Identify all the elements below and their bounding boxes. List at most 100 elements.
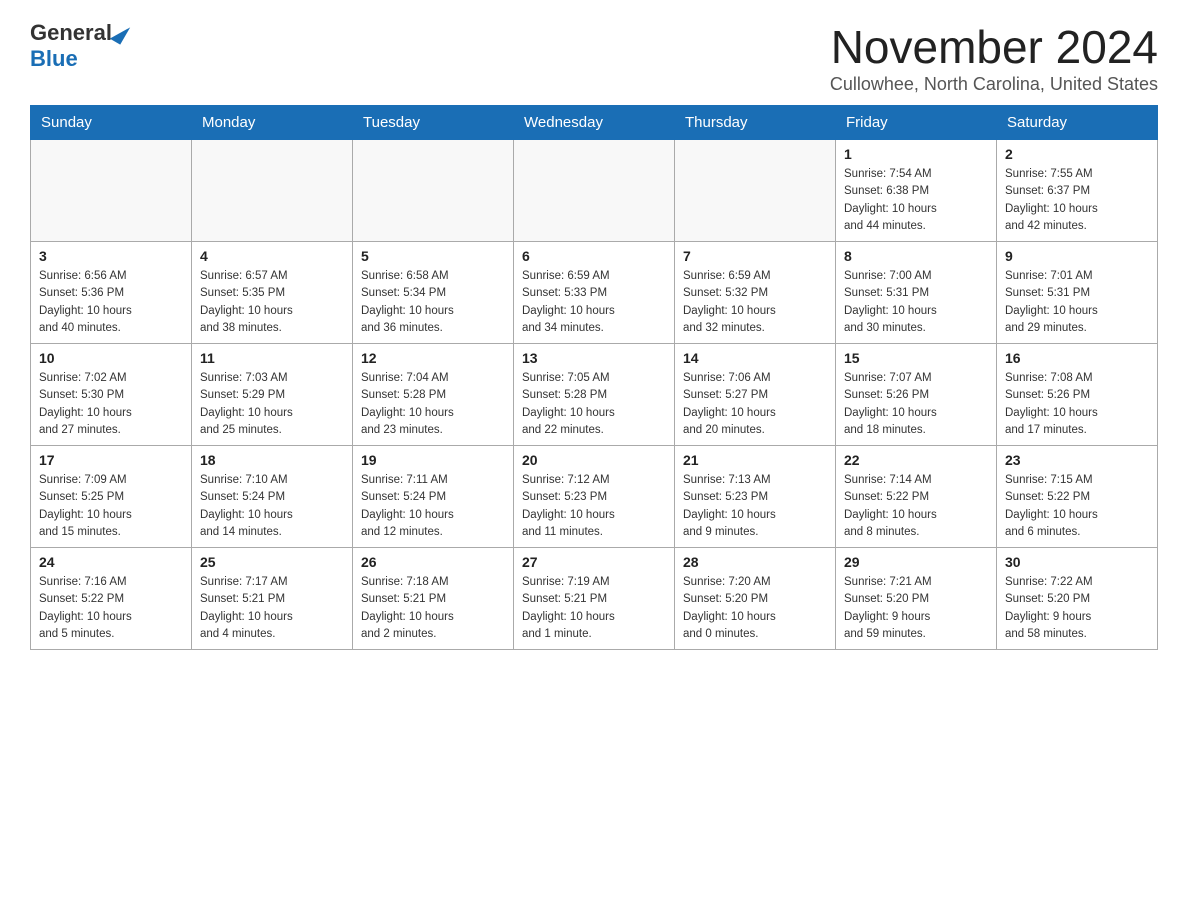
header-day-monday: Monday <box>192 106 353 140</box>
day-info: Sunrise: 7:14 AM Sunset: 5:22 PM Dayligh… <box>844 472 988 541</box>
logo-blue-text: Blue <box>30 46 78 72</box>
day-info: Sunrise: 7:01 AM Sunset: 5:31 PM Dayligh… <box>1005 268 1149 337</box>
calendar-cell <box>514 140 675 242</box>
day-info: Sunrise: 7:05 AM Sunset: 5:28 PM Dayligh… <box>522 370 666 439</box>
calendar-table: SundayMondayTuesdayWednesdayThursdayFrid… <box>30 105 1158 650</box>
day-number: 24 <box>39 554 183 570</box>
day-number: 29 <box>844 554 988 570</box>
day-number: 8 <box>844 248 988 264</box>
calendar-cell: 12Sunrise: 7:04 AM Sunset: 5:28 PM Dayli… <box>353 344 514 446</box>
day-number: 21 <box>683 452 827 468</box>
calendar-cell: 20 Sunrise: 7:12 AM Sunset: 5:23 PM Dayli… <box>514 446 675 548</box>
day-info: Sunrise: 6:59 AM Sunset: 5:32 PM Dayligh… <box>683 268 827 337</box>
page-subtitle: Cullowhee, North Carolina, United States <box>830 74 1158 95</box>
calendar-cell: 9 Sunrise: 7:01 AM Sunset: 5:31 PM Daylig… <box>997 242 1158 344</box>
calendar-cell: 2Sunrise: 7:55 AM Sunset: 6:37 PM Daylig… <box>997 140 1158 242</box>
day-number: 2 <box>1005 146 1149 162</box>
calendar-cell: 8 Sunrise: 7:00 AM Sunset: 5:31 PM Daylig… <box>836 242 997 344</box>
calendar-week-4: 17 Sunrise: 7:09 AM Sunset: 5:25 PM Dayli… <box>31 446 1158 548</box>
calendar-cell: 6Sunrise: 6:59 AM Sunset: 5:33 PM Daylig… <box>514 242 675 344</box>
day-number: 30 <box>1005 554 1149 570</box>
calendar-cell: 26Sunrise: 7:18 AM Sunset: 5:21 PM Dayli… <box>353 548 514 650</box>
calendar-cell: 24 Sunrise: 7:16 AM Sunset: 5:22 PM Dayli… <box>31 548 192 650</box>
calendar-cell: 27Sunrise: 7:19 AM Sunset: 5:21 PM Dayli… <box>514 548 675 650</box>
calendar-cell: 16Sunrise: 7:08 AM Sunset: 5:26 PM Dayli… <box>997 344 1158 446</box>
calendar-cell: 28 Sunrise: 7:20 AM Sunset: 5:20 PM Dayli… <box>675 548 836 650</box>
day-number: 14 <box>683 350 827 366</box>
calendar-cell: 13 Sunrise: 7:05 AM Sunset: 5:28 PM Dayli… <box>514 344 675 446</box>
calendar-week-2: 3Sunrise: 6:56 AM Sunset: 5:36 PM Daylig… <box>31 242 1158 344</box>
calendar-cell: 14 Sunrise: 7:06 AM Sunset: 5:27 PM Dayli… <box>675 344 836 446</box>
header-day-thursday: Thursday <box>675 106 836 140</box>
day-number: 25 <box>200 554 344 570</box>
day-number: 11 <box>200 350 344 366</box>
day-number: 13 <box>522 350 666 366</box>
calendar-cell: 18 Sunrise: 7:10 AM Sunset: 5:24 PM Dayli… <box>192 446 353 548</box>
day-number: 1 <box>844 146 988 162</box>
page-header: General Blue November 2024 Cullowhee, No… <box>30 20 1158 95</box>
day-info: Sunrise: 7:13 AM Sunset: 5:23 PM Dayligh… <box>683 472 827 541</box>
day-number: 3 <box>39 248 183 264</box>
calendar-cell: 30Sunrise: 7:22 AM Sunset: 5:20 PM Dayli… <box>997 548 1158 650</box>
day-number: 5 <box>361 248 505 264</box>
day-info: Sunrise: 7:09 AM Sunset: 5:25 PM Dayligh… <box>39 472 183 541</box>
calendar-cell: 10Sunrise: 7:02 AM Sunset: 5:30 PM Dayli… <box>31 344 192 446</box>
header-day-wednesday: Wednesday <box>514 106 675 140</box>
day-info: Sunrise: 7:20 AM Sunset: 5:20 PM Dayligh… <box>683 574 827 643</box>
calendar-cell <box>675 140 836 242</box>
calendar-week-3: 10Sunrise: 7:02 AM Sunset: 5:30 PM Dayli… <box>31 344 1158 446</box>
day-number: 10 <box>39 350 183 366</box>
day-number: 7 <box>683 248 827 264</box>
calendar-cell: 4 Sunrise: 6:57 AM Sunset: 5:35 PM Daylig… <box>192 242 353 344</box>
day-info: Sunrise: 7:15 AM Sunset: 5:22 PM Dayligh… <box>1005 472 1149 541</box>
day-number: 18 <box>200 452 344 468</box>
calendar-week-1: 1 Sunrise: 7:54 AM Sunset: 6:38 PM Daylig… <box>31 140 1158 242</box>
calendar-cell <box>353 140 514 242</box>
day-info: Sunrise: 7:54 AM Sunset: 6:38 PM Dayligh… <box>844 166 988 235</box>
calendar-cell: 1 Sunrise: 7:54 AM Sunset: 6:38 PM Daylig… <box>836 140 997 242</box>
calendar-header: SundayMondayTuesdayWednesdayThursdayFrid… <box>31 106 1158 140</box>
day-number: 20 <box>522 452 666 468</box>
calendar-body: 1 Sunrise: 7:54 AM Sunset: 6:38 PM Daylig… <box>31 140 1158 650</box>
calendar-cell: 15 Sunrise: 7:07 AM Sunset: 5:26 PM Dayli… <box>836 344 997 446</box>
day-number: 9 <box>1005 248 1149 264</box>
day-number: 12 <box>361 350 505 366</box>
calendar-cell: 25 Sunrise: 7:17 AM Sunset: 5:21 PM Dayli… <box>192 548 353 650</box>
day-number: 17 <box>39 452 183 468</box>
calendar-cell: 7 Sunrise: 6:59 AM Sunset: 5:32 PM Daylig… <box>675 242 836 344</box>
calendar-cell: 11 Sunrise: 7:03 AM Sunset: 5:29 PM Dayli… <box>192 344 353 446</box>
day-info: Sunrise: 7:10 AM Sunset: 5:24 PM Dayligh… <box>200 472 344 541</box>
header-day-saturday: Saturday <box>997 106 1158 140</box>
header-day-tuesday: Tuesday <box>353 106 514 140</box>
calendar-cell <box>31 140 192 242</box>
calendar-cell: 3Sunrise: 6:56 AM Sunset: 5:36 PM Daylig… <box>31 242 192 344</box>
day-info: Sunrise: 7:06 AM Sunset: 5:27 PM Dayligh… <box>683 370 827 439</box>
calendar-cell <box>192 140 353 242</box>
day-info: Sunrise: 7:08 AM Sunset: 5:26 PM Dayligh… <box>1005 370 1149 439</box>
day-number: 26 <box>361 554 505 570</box>
calendar-week-5: 24 Sunrise: 7:16 AM Sunset: 5:22 PM Dayli… <box>31 548 1158 650</box>
day-number: 23 <box>1005 452 1149 468</box>
day-number: 28 <box>683 554 827 570</box>
day-number: 6 <box>522 248 666 264</box>
day-number: 15 <box>844 350 988 366</box>
day-info: Sunrise: 6:57 AM Sunset: 5:35 PM Dayligh… <box>200 268 344 337</box>
logo: General Blue <box>30 20 126 72</box>
logo-triangle-icon <box>110 21 130 44</box>
day-info: Sunrise: 7:12 AM Sunset: 5:23 PM Dayligh… <box>522 472 666 541</box>
header-row: SundayMondayTuesdayWednesdayThursdayFrid… <box>31 106 1158 140</box>
day-info: Sunrise: 7:16 AM Sunset: 5:22 PM Dayligh… <box>39 574 183 643</box>
calendar-cell: 19Sunrise: 7:11 AM Sunset: 5:24 PM Dayli… <box>353 446 514 548</box>
day-info: Sunrise: 7:17 AM Sunset: 5:21 PM Dayligh… <box>200 574 344 643</box>
day-info: Sunrise: 7:00 AM Sunset: 5:31 PM Dayligh… <box>844 268 988 337</box>
day-info: Sunrise: 7:21 AM Sunset: 5:20 PM Dayligh… <box>844 574 988 643</box>
title-section: November 2024 Cullowhee, North Carolina,… <box>830 20 1158 95</box>
calendar-cell: 23 Sunrise: 7:15 AM Sunset: 5:22 PM Dayli… <box>997 446 1158 548</box>
calendar-cell: 29 Sunrise: 7:21 AM Sunset: 5:20 PM Dayli… <box>836 548 997 650</box>
day-number: 27 <box>522 554 666 570</box>
day-number: 22 <box>844 452 988 468</box>
day-info: Sunrise: 7:11 AM Sunset: 5:24 PM Dayligh… <box>361 472 505 541</box>
day-info: Sunrise: 7:03 AM Sunset: 5:29 PM Dayligh… <box>200 370 344 439</box>
day-info: Sunrise: 7:07 AM Sunset: 5:26 PM Dayligh… <box>844 370 988 439</box>
day-number: 4 <box>200 248 344 264</box>
